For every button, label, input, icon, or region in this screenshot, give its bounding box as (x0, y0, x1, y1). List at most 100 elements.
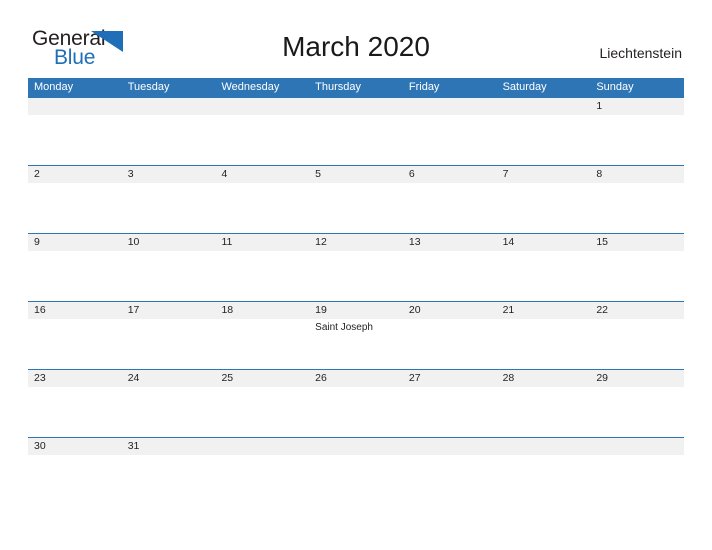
weekday-header-monday: Monday (34, 81, 74, 93)
week-daynumber-band: 1 (28, 98, 684, 115)
day-number[interactable] (309, 438, 403, 455)
day-number[interactable]: 29 (590, 370, 684, 387)
day-number[interactable] (215, 438, 309, 455)
day-number[interactable]: 28 (497, 370, 591, 387)
weekday-header-wednesday: Wednesday (221, 81, 280, 93)
day-number[interactable]: 11 (215, 234, 309, 251)
day-number[interactable] (497, 438, 591, 455)
day-event[interactable] (215, 319, 309, 369)
weekday-header-thursday: Thursday (315, 81, 362, 93)
day-number[interactable] (122, 98, 216, 115)
day-number[interactable]: 9 (28, 234, 122, 251)
day-event[interactable] (122, 115, 216, 165)
day-number[interactable]: 13 (403, 234, 497, 251)
day-number[interactable]: 20 (403, 302, 497, 319)
day-number[interactable] (403, 438, 497, 455)
day-number[interactable]: 3 (122, 166, 216, 183)
day-event[interactable] (28, 251, 122, 301)
day-event[interactable] (497, 115, 591, 165)
weekday-header-row: Monday Tuesday Wednesday Thursday Friday… (28, 78, 684, 97)
day-number[interactable]: 5 (309, 166, 403, 183)
week-daynumber-band: 30 31 (28, 438, 684, 455)
calendar-grid: Monday Tuesday Wednesday Thursday Friday… (28, 78, 684, 462)
day-event[interactable] (590, 115, 684, 165)
calendar-page: General Blue March 2020 Liechtenstein Mo… (0, 0, 712, 550)
day-event[interactable] (403, 251, 497, 301)
day-event[interactable] (215, 387, 309, 437)
day-event[interactable] (403, 183, 497, 233)
day-number[interactable] (497, 98, 591, 115)
day-number[interactable]: 12 (309, 234, 403, 251)
day-event[interactable] (122, 387, 216, 437)
day-event[interactable] (403, 387, 497, 437)
day-event[interactable] (590, 251, 684, 301)
day-event-saint-joseph[interactable]: Saint Joseph (309, 319, 403, 369)
day-event[interactable] (28, 115, 122, 165)
day-event[interactable] (590, 183, 684, 233)
week-daynumber-band: 23 24 25 26 27 28 29 (28, 370, 684, 387)
day-event[interactable] (215, 183, 309, 233)
day-number[interactable]: 15 (590, 234, 684, 251)
day-event[interactable] (309, 115, 403, 165)
day-event[interactable] (122, 251, 216, 301)
day-number[interactable] (590, 438, 684, 455)
week-event-band (28, 387, 684, 437)
day-event[interactable] (28, 387, 122, 437)
weekday-header-friday: Friday (408, 81, 440, 93)
day-event[interactable] (28, 319, 122, 369)
day-number[interactable]: 6 (403, 166, 497, 183)
day-number[interactable]: 17 (122, 302, 216, 319)
day-event[interactable] (122, 183, 216, 233)
day-number[interactable]: 22 (590, 302, 684, 319)
day-event[interactable] (215, 251, 309, 301)
day-number[interactable]: 16 (28, 302, 122, 319)
weekday-header-tuesday: Tuesday (127, 81, 170, 93)
week-daynumber-band: 2 3 4 5 6 7 8 (28, 166, 684, 183)
country-label: Liechtenstein (599, 45, 682, 61)
day-number[interactable]: 1 (590, 98, 684, 115)
day-number[interactable]: 19 (309, 302, 403, 319)
day-number[interactable]: 27 (403, 370, 497, 387)
week-daynumber-band: 16 17 18 19 20 21 22 (28, 302, 684, 319)
day-number[interactable]: 25 (215, 370, 309, 387)
day-event[interactable] (497, 183, 591, 233)
day-event[interactable] (497, 251, 591, 301)
day-number[interactable]: 31 (122, 438, 216, 455)
calendar-week-row: 23 24 25 26 27 28 29 (28, 369, 684, 437)
day-number[interactable]: 30 (28, 438, 122, 455)
week-event-band (28, 115, 684, 165)
day-number[interactable]: 14 (497, 234, 591, 251)
day-event[interactable] (497, 319, 591, 369)
day-number[interactable] (215, 98, 309, 115)
day-event[interactable] (309, 183, 403, 233)
day-number[interactable]: 23 (28, 370, 122, 387)
day-number[interactable]: 10 (122, 234, 216, 251)
day-number[interactable]: 24 (122, 370, 216, 387)
day-number[interactable] (28, 98, 122, 115)
day-event[interactable] (590, 319, 684, 369)
weekday-header-sunday: Sunday (596, 81, 634, 93)
day-number[interactable] (309, 98, 403, 115)
day-number[interactable] (403, 98, 497, 115)
day-number[interactable]: 8 (590, 166, 684, 183)
calendar-week-row: 30 31 (28, 437, 684, 462)
day-number[interactable]: 26 (309, 370, 403, 387)
week-event-band: Saint Joseph (28, 319, 684, 369)
day-event[interactable] (497, 387, 591, 437)
day-event[interactable] (403, 319, 497, 369)
day-event[interactable] (590, 387, 684, 437)
day-number[interactable]: 4 (215, 166, 309, 183)
day-number[interactable]: 21 (497, 302, 591, 319)
day-event[interactable] (215, 115, 309, 165)
day-event[interactable] (309, 251, 403, 301)
day-event[interactable] (28, 183, 122, 233)
day-number[interactable]: 2 (28, 166, 122, 183)
day-event[interactable] (309, 387, 403, 437)
day-event[interactable] (122, 319, 216, 369)
calendar-week-row: 16 17 18 19 20 21 22 Saint Joseph (28, 301, 684, 369)
day-number[interactable]: 7 (497, 166, 591, 183)
week-daynumber-band: 9 10 11 12 13 14 15 (28, 234, 684, 251)
week-event-band (28, 183, 684, 233)
day-number[interactable]: 18 (215, 302, 309, 319)
day-event[interactable] (403, 115, 497, 165)
